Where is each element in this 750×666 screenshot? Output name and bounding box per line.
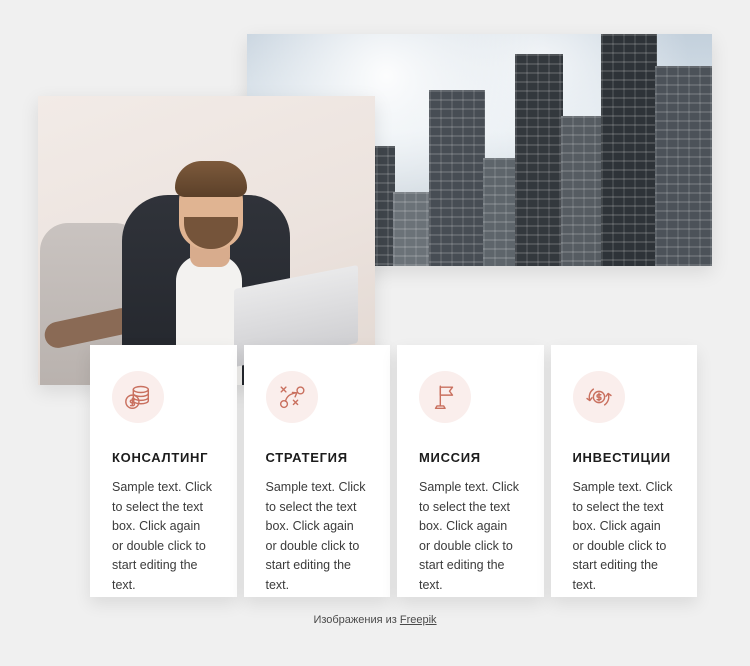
card-text: Sample text. Click to select the text bo… [265,480,366,592]
freepik-link[interactable]: Freepik [400,614,437,626]
building [655,66,712,266]
image-credit-prefix: Изображения из [313,614,400,626]
person-hair [175,161,247,197]
businessman-laptop-photo [38,96,375,385]
flag-icon [419,371,471,423]
page-root: КОНСАЛТИНГ Sample text. Click to select … [0,0,750,666]
money-exchange-icon [572,371,625,423]
card-title: СТРАТЕГИЯ [265,450,348,465]
feature-card-investments[interactable]: ИНВЕСТИЦИИ Sample text. Click to select … [550,345,697,597]
building [561,116,603,266]
image-credit: Изображения из Freepik [0,614,750,626]
card-title: МИССИЯ [419,450,481,465]
building [393,192,431,266]
coins-stack-icon [112,371,164,423]
feature-card-strategy[interactable]: СТРАТЕГИЯ Sample text. Click to select t… [243,345,390,597]
card-text: Sample text. Click to select the text bo… [419,480,520,592]
strategy-playbook-icon [265,371,318,423]
building [483,158,517,266]
card-title: КОНСАЛТИНГ [112,450,209,465]
building [429,90,485,266]
building [601,34,657,266]
card-title: ИНВЕСТИЦИИ [572,450,671,465]
feature-card-mission[interactable]: МИССИЯ Sample text. Click to select the … [397,345,544,597]
card-text: Sample text. Click to select the text bo… [112,480,213,592]
feature-card-consulting[interactable]: КОНСАЛТИНГ Sample text. Click to select … [90,345,237,597]
feature-cards: КОНСАЛТИНГ Sample text. Click to select … [90,345,697,597]
building [515,54,563,266]
card-text: Sample text. Click to select the text bo… [572,480,673,592]
